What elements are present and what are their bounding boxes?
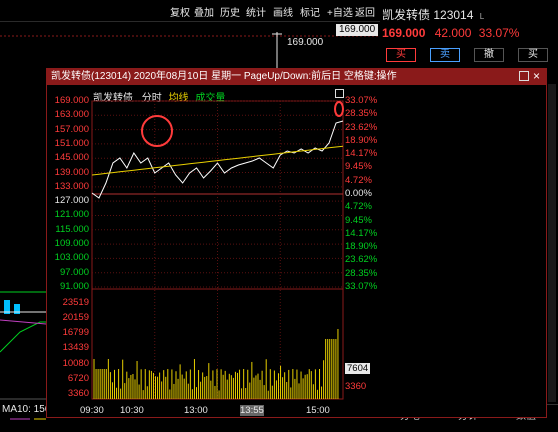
toolbar-overlay[interactable]: 叠加 (194, 4, 214, 19)
stock-name: 凯发转债 (382, 8, 431, 22)
trade-scrollbar[interactable] (548, 84, 556, 402)
pct-tick-label: 14.17% (345, 227, 378, 239)
price-tick-label: 163.000 (54, 109, 89, 121)
volume-tick-label: 16799 (62, 327, 89, 339)
annotation-circle (141, 115, 173, 147)
pct-tick-label: 28.35% (345, 108, 378, 120)
time-tick-label: 13:55 (240, 405, 264, 416)
stock-title: 凯发转债 123014 L (382, 6, 484, 23)
time-tick-label: 13:00 (184, 405, 208, 416)
sell-button[interactable]: 卖 (430, 48, 460, 62)
time-tick-label: 10:30 (120, 405, 144, 416)
plot-frame (91, 100, 344, 400)
annotation-circle (334, 101, 344, 117)
pct-tick-label: 18.90% (345, 134, 378, 146)
quick-buy-button[interactable]: 买 (518, 48, 548, 62)
cancel-order-button[interactable]: 撤 (474, 48, 504, 62)
price-tick-label: 139.000 (54, 166, 89, 178)
toolbar-restore-rights[interactable]: 复权 (170, 4, 190, 19)
buy-button[interactable]: 买 (386, 48, 416, 62)
current-price: 169.000 (382, 26, 426, 40)
price-change-pct: 33.07% (478, 26, 520, 40)
price-tick-label: 109.000 (54, 238, 89, 250)
price-change: 42.000 (434, 26, 472, 40)
volume-tick-label: 10080 (62, 357, 89, 369)
background-price-tag: 169.000 (336, 24, 379, 36)
pct-tick-label: 9.45% (345, 214, 372, 226)
price-tick-label: 151.000 (54, 137, 89, 149)
volume-tick-label: 3360 (67, 387, 89, 399)
pct-tick-label: 4.72% (345, 201, 372, 213)
toolbar-history[interactable]: 历史 (220, 4, 240, 19)
toolbar-mark[interactable]: 标记 (300, 4, 320, 19)
toolbar-add-watchlist[interactable]: +自选 (327, 4, 353, 19)
background-price-label: 169.000 (287, 37, 324, 48)
toolbar-back[interactable]: 返回 (355, 4, 375, 19)
price-tick-label: 133.000 (54, 180, 89, 192)
pct-tick-label: 33.07% (345, 95, 378, 106)
toolbar-draw-line[interactable]: 画线 (273, 4, 293, 19)
pct-tick-label: 14.17% (345, 148, 378, 160)
volume-current-label: 7604 (345, 363, 371, 374)
time-tick-label: 15:00 (306, 405, 330, 416)
time-tick-label: 09:30 (80, 405, 104, 416)
pct-tick-label: 9.45% (345, 161, 372, 173)
price-tick-label: 145.000 (54, 152, 89, 164)
stock-code: 123014 (433, 8, 474, 22)
volume-tick-label: 13439 (62, 342, 89, 354)
price-tick-label: 91.000 (59, 281, 89, 292)
pct-tick-label: 0.00% (345, 188, 372, 199)
pct-tick-label: 18.90% (345, 241, 378, 253)
price-tick-label: 127.000 (54, 195, 89, 207)
price-row: 169.000 42.000 33.07% (382, 26, 519, 40)
volume-tick-label: 23519 (62, 297, 89, 308)
toolbar-stats[interactable]: 统计 (246, 4, 266, 19)
price-tick-label: 97.000 (59, 266, 89, 278)
intraday-chart (91, 100, 344, 400)
price-tick-label: 169.000 (54, 95, 89, 106)
pct-tick-label: 23.62% (345, 254, 378, 266)
price-tick-label: 115.000 (55, 223, 89, 235)
intraday-popup: 凯发转债(123014) 2020年08月10日 星期一 PageUp/Down… (46, 68, 547, 418)
pct-tick-label: 28.35% (345, 267, 378, 279)
price-tick-label: 121.000 (54, 209, 89, 221)
volume-right-label: 3360 (345, 381, 367, 392)
price-tick-label: 157.000 (54, 123, 89, 135)
pct-tick-label: 4.72% (345, 174, 372, 186)
price-tick-label: 103.000 (54, 252, 89, 264)
pct-tick-label: 23.62% (345, 121, 378, 133)
volume-tick-label: 6720 (67, 372, 89, 384)
volume-tick-label: 20159 (62, 312, 89, 324)
pct-tick-label: 33.07% (345, 281, 378, 292)
stock-tag: L (479, 12, 485, 21)
